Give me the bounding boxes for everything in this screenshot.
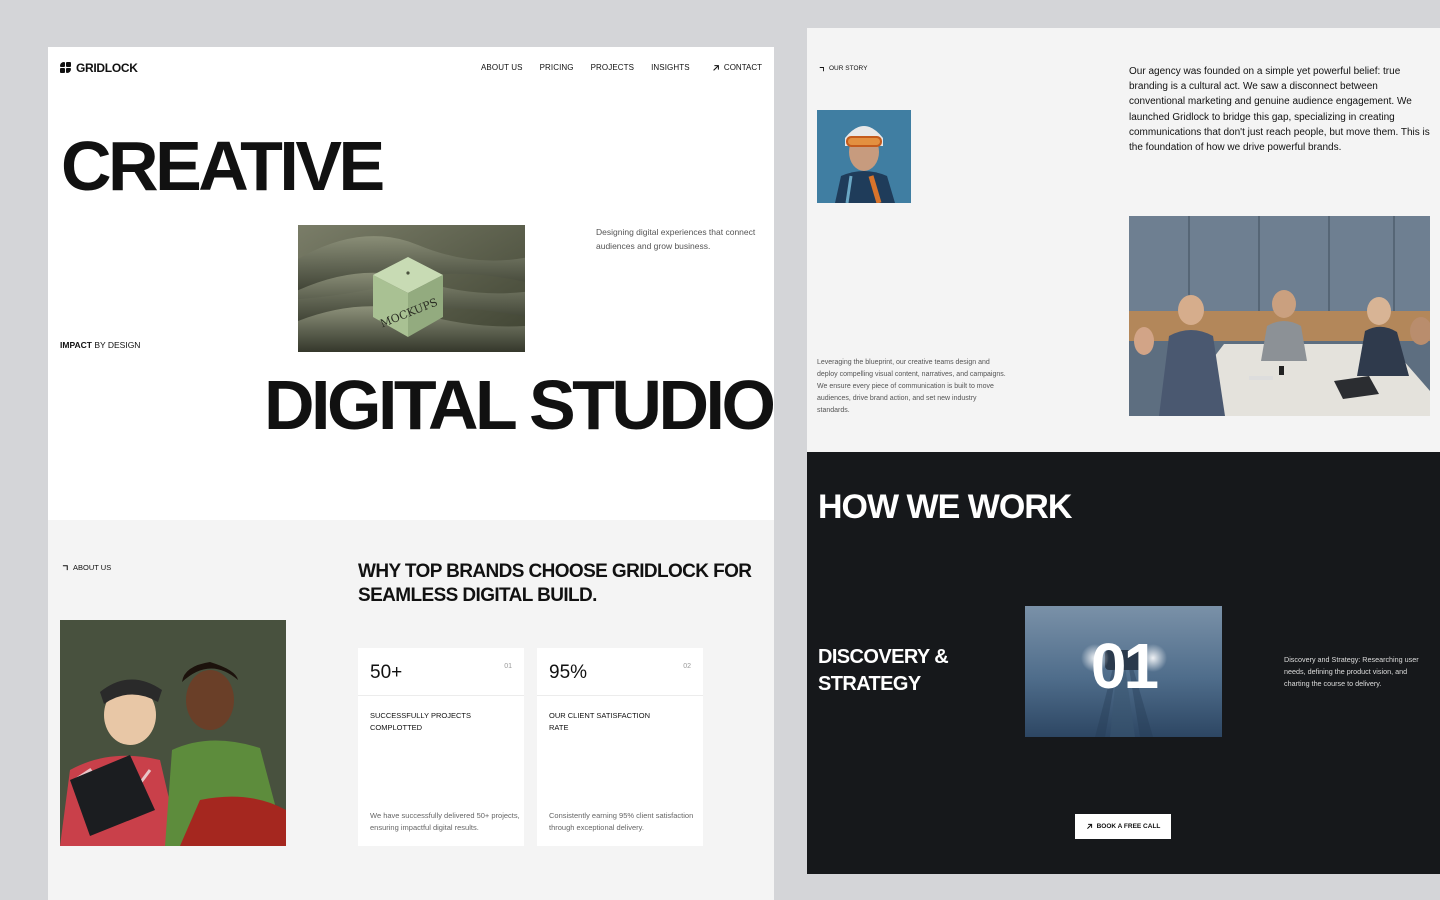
step-image: 01 (1025, 606, 1222, 737)
story-blurb: Leveraging the blueprint, our creative t… (817, 359, 1006, 415)
landing-panel: GRIDLOCK ABOUT US PRICING PROJECTS INSIG… (48, 47, 774, 900)
contact-label: CONTACT (723, 63, 762, 72)
stat-description: Consistently earning 95% client satisfac… (549, 811, 694, 832)
how-we-work-section: HOW WE WORK DISCOVERY & STRATEGY 01 Disc… (807, 452, 1440, 874)
hero-tagline: Designing digital experiences that conne… (596, 227, 756, 252)
nav-link-pricing[interactable]: PRICING (540, 63, 574, 72)
contact-link[interactable]: CONTACT (712, 63, 762, 72)
about-heading: WHY TOP BRANDS CHOOSE GRIDLOCK FOR SEAML… (358, 561, 752, 607)
stat-divider (358, 695, 524, 696)
logo[interactable]: GRIDLOCK (60, 61, 138, 75)
how-we-work-title: HOW WE WORK (818, 488, 1072, 526)
step-description: Discovery and Strategy: Researching user… (1284, 655, 1419, 689)
about-photo (60, 620, 286, 846)
top-nav: GRIDLOCK ABOUT US PRICING PROJECTS INSIG… (48, 47, 774, 91)
stat-card-projects: 50+ 01 SUCCESSFULLY PROJECTS COMPLOTTED … (358, 648, 524, 846)
hero-mockup-image: MOCKUPS (298, 225, 525, 352)
skier-goggles-illustration (817, 110, 911, 203)
arrow-up-right-icon (713, 64, 719, 71)
nav-link-projects[interactable]: PROJECTS (591, 63, 634, 72)
arrow-up-right-icon (1086, 823, 1092, 829)
team-meeting-illustration (1129, 216, 1430, 416)
our-story-section: OUR STORY Our agency was founded on a si… (807, 28, 1440, 452)
corner-arrow-icon (62, 565, 68, 571)
stat-card-satisfaction: 95% 02 OUR CLIENT SATISFACTION RATE Cons… (537, 648, 703, 846)
two-men-tablet-photo (60, 620, 286, 846)
corner-arrow-icon (819, 66, 824, 71)
logo-text: GRIDLOCK (76, 61, 138, 75)
about-section: ABOUT US WHY TOP BRANDS CHOOSE GRIDLOCK … (48, 520, 774, 900)
nav-link-about[interactable]: ABOUT US (481, 63, 523, 72)
logo-mark-icon (60, 62, 72, 74)
story-eyebrow-label: OUR STORY (829, 65, 868, 72)
impact-label: IMPACT BY DESIGN (60, 340, 140, 350)
stat-value: 95% (549, 662, 588, 683)
stat-value: 50+ (370, 662, 403, 683)
book-call-label: BOOK A FREE CALL (1096, 823, 1161, 830)
about-eyebrow: ABOUT US (62, 563, 111, 572)
impact-bold: IMPACT (60, 340, 92, 350)
story-text: Our agency was founded on a simple yet p… (1129, 66, 1430, 153)
stat-label: OUR CLIENT SATISFACTION RATE (549, 711, 650, 732)
step-title: DISCOVERY & STRATEGY (818, 646, 949, 695)
book-call-button[interactable]: BOOK A FREE CALL (1075, 814, 1171, 839)
mockup-cube-illustration: MOCKUPS (298, 225, 525, 352)
step-number: 01 (1090, 630, 1159, 702)
stat-description: We have successfully delivered 50+ proje… (370, 811, 520, 832)
stat-index: 02 (683, 663, 691, 670)
ski-portrait-photo (817, 110, 911, 203)
hero-title-line-1: CREATIVE (61, 127, 385, 205)
story-eyebrow: OUR STORY (819, 65, 867, 72)
hero-title-line-2: DIGITAL STUDIO (264, 366, 774, 444)
nav-links: ABOUT US PRICING PROJECTS INSIGHTS (481, 63, 690, 72)
meeting-photo (1129, 216, 1430, 416)
stat-index: 01 (504, 663, 512, 670)
impact-rest: BY DESIGN (91, 340, 141, 350)
about-eyebrow-label: ABOUT US (73, 563, 112, 572)
nav-link-insights[interactable]: INSIGHTS (651, 63, 690, 72)
stat-divider (537, 695, 703, 696)
stat-label: SUCCESSFULLY PROJECTS COMPLOTTED (370, 711, 471, 732)
